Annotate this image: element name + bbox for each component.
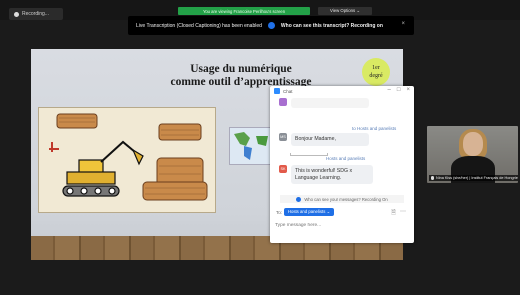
message-bubble bbox=[291, 98, 369, 108]
to-hosts-label: to Hosts and panelists bbox=[352, 126, 397, 131]
close-icon[interactable]: × bbox=[406, 87, 410, 93]
map-thumbnail-image bbox=[229, 127, 273, 165]
participant-video-tile[interactable]: Nina Kiss (she/her) | Institut Français … bbox=[427, 126, 518, 183]
avatar: SK bbox=[279, 165, 287, 173]
to-label: To: bbox=[276, 210, 283, 215]
chat-window-title: Chat bbox=[283, 88, 293, 94]
viewing-screen-banner: You are viewing Francoise Perilhou's scr… bbox=[178, 7, 310, 15]
person-icon bbox=[267, 22, 275, 29]
more-icon[interactable]: ⋯ bbox=[400, 208, 406, 218]
excavator-drawing-image bbox=[38, 107, 216, 213]
chat-message-input[interactable] bbox=[275, 220, 405, 230]
to-hosts-label: Hosts and panelists bbox=[326, 156, 366, 161]
participant-name: Nina Kiss (she/her) | Institut Français … bbox=[436, 176, 518, 180]
chat-window[interactable]: Chat – □ × to Hosts and panelists MS Bon… bbox=[270, 86, 414, 243]
live-transcription-notice: Live Transcription (Closed Captioning) h… bbox=[128, 16, 414, 35]
participant-face bbox=[463, 132, 483, 156]
participant-name-tag: Nina Kiss (she/her) | Institut Français … bbox=[429, 175, 518, 181]
who-can-see-messages-label: Who can see your messages? Recording On bbox=[304, 196, 388, 202]
close-icon[interactable]: × bbox=[401, 21, 405, 27]
excavator-drawing-svg bbox=[49, 113, 208, 201]
recipient-select[interactable]: Hosts and panelists ⌄ bbox=[284, 208, 334, 216]
recording-indicator[interactable]: Recording... bbox=[9, 8, 63, 20]
microphone-icon bbox=[431, 176, 434, 180]
world-map-svg bbox=[230, 128, 272, 164]
message-text: Bonjour Madame, bbox=[291, 133, 369, 146]
file-icon[interactable]: 🗎 bbox=[391, 208, 396, 218]
maximize-icon[interactable]: □ bbox=[397, 87, 401, 93]
record-icon bbox=[14, 11, 19, 17]
slide-title-line1: Usage du numérique bbox=[190, 63, 292, 75]
message-text: This is wonderful! SDG x Language Learni… bbox=[291, 165, 373, 184]
recording-label: Recording... bbox=[22, 11, 49, 17]
minimize-icon[interactable]: – bbox=[388, 87, 391, 93]
message-divider bbox=[290, 153, 328, 156]
chat-tools: 🗎 ⋯ bbox=[391, 208, 406, 218]
chat-message: SK This is wonderful! SDG x Language Lea… bbox=[279, 165, 373, 184]
chat-message: MS Bonjour Madame, bbox=[279, 133, 369, 146]
grade-badge: 1er degré bbox=[362, 58, 390, 86]
chat-message-prev bbox=[279, 98, 369, 108]
grade-badge-line2: degré bbox=[369, 73, 383, 79]
window-controls: – □ × bbox=[388, 87, 410, 93]
grade-badge-line1: 1er bbox=[372, 65, 380, 71]
who-can-see-messages[interactable]: Who can see your messages? Recording On bbox=[280, 195, 404, 203]
view-options-button[interactable]: View Options ⌄ bbox=[318, 7, 372, 15]
avatar: MS bbox=[279, 133, 287, 141]
zoom-logo-icon bbox=[274, 88, 280, 94]
transcription-message: Live Transcription (Closed Captioning) h… bbox=[136, 22, 262, 29]
person-icon bbox=[296, 196, 302, 202]
avatar bbox=[279, 98, 287, 106]
who-can-see-transcript-link[interactable]: Who can see this transcript? Recording o… bbox=[281, 23, 383, 29]
